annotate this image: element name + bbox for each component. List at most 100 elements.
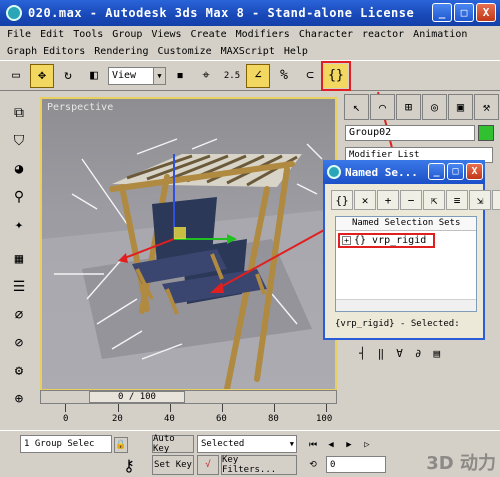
dialog-close-button[interactable]: X — [466, 163, 483, 180]
menu-rendering[interactable]: Rendering — [94, 46, 148, 57]
create-set-icon[interactable]: {} — [331, 190, 353, 210]
track-tick-0: 0 — [63, 414, 69, 424]
app-logo-icon — [6, 5, 22, 21]
menu-edit[interactable]: Edit — [40, 29, 64, 40]
menu-create[interactable]: Create — [191, 29, 227, 40]
create-tab-icon[interactable]: ↖ — [344, 94, 369, 120]
perspective-viewport[interactable]: Perspective — [40, 97, 337, 391]
motion-tab-icon[interactable]: ◎ — [422, 94, 447, 120]
key-filters-button[interactable]: Key Filters... — [221, 455, 297, 475]
maximize-button[interactable]: □ — [454, 3, 474, 22]
make-unique-icon[interactable]: ∀ — [396, 347, 403, 367]
boxes-icon[interactable]: ⧉ — [8, 102, 30, 124]
select-scale-icon[interactable]: ◧ — [82, 64, 106, 88]
menu-maxscript[interactable]: MAXScript — [221, 46, 275, 57]
prev-frame-icon[interactable]: ◀ — [323, 437, 339, 453]
snap-value: 2.5 — [223, 70, 241, 81]
remove-modifier-icon[interactable]: ∂ — [415, 347, 422, 367]
show-end-result-icon[interactable]: ‖ — [378, 347, 385, 367]
menu-views[interactable]: Views — [151, 29, 181, 40]
horizontal-scrollbar[interactable] — [336, 299, 476, 311]
track-tick-40: 40 — [164, 414, 175, 424]
dropdown-arrow-icon: ▼ — [153, 67, 165, 84]
checker-icon[interactable]: ▦ — [8, 248, 30, 270]
track-bar[interactable]: 0 20 40 60 80 100 — [40, 404, 340, 430]
delete-icon[interactable]: ✕ — [354, 190, 376, 210]
select-rotate-icon[interactable]: ↻ — [56, 64, 80, 88]
cylinder-icon[interactable]: ⌀ — [8, 304, 30, 326]
tube-icon[interactable]: ⊘ — [8, 332, 30, 354]
select-move-icon[interactable]: ✥ — [30, 63, 54, 88]
selection-count: 1 Group Selec — [20, 435, 112, 453]
sphere-icon[interactable]: ◕ — [8, 158, 30, 180]
menu-bar: File Edit Tools Group Views Create Modif… — [0, 26, 500, 60]
bones-icon[interactable]: ✦ — [8, 214, 30, 236]
dialog-maximize-button[interactable]: □ — [447, 163, 464, 180]
reference-coordinate-select[interactable]: View ▼ — [108, 66, 166, 85]
angle-snap-icon[interactable]: ∠ — [246, 63, 270, 88]
key-mode-toggle-icon[interactable]: ⟲ — [305, 457, 321, 473]
play-icon[interactable]: ▶ — [341, 437, 357, 453]
track-tick-60: 60 — [216, 414, 227, 424]
selection-sets-list[interactable]: Named Selection Sets + {} vrp_rigid — [335, 216, 477, 312]
subtract-objects-icon[interactable]: − — [400, 190, 422, 210]
menu-group[interactable]: Group — [112, 29, 142, 40]
disks-icon[interactable]: ☰ — [8, 276, 30, 298]
select-by-name-icon[interactable]: ≡ — [446, 190, 468, 210]
modify-tab-icon[interactable]: ⌒ — [370, 94, 395, 120]
go-to-start-icon[interactable]: ⏮ — [305, 437, 321, 453]
select-region-icon[interactable]: ▭ — [4, 64, 28, 88]
dialog-status-text: {vrp_rigid} - Selected: — [335, 319, 460, 329]
pivot-icon[interactable]: ▪ — [168, 64, 192, 88]
hierarchy-tab-icon[interactable]: ⊞ — [396, 94, 421, 120]
time-slider-thumb[interactable]: 0 / 100 — [89, 391, 185, 403]
menu-reactor[interactable]: reactor — [362, 29, 404, 40]
lock-icon[interactable]: 🔒 — [114, 437, 128, 453]
menu-modifiers[interactable]: Modifiers — [236, 29, 290, 40]
display-tab-icon[interactable]: ▣ — [448, 94, 473, 120]
select-objects-icon[interactable]: ⇱ — [423, 190, 445, 210]
time-slider[interactable]: 0 / 100 — [40, 390, 337, 404]
spinner-snap-icon[interactable]: ⊂ — [298, 64, 322, 88]
help-icon[interactable]: ? — [492, 190, 500, 210]
swing-scene — [42, 138, 335, 389]
pin-stack-icon[interactable]: ┤ — [359, 347, 366, 367]
object-name-field[interactable]: Group02 — [345, 125, 475, 141]
shirt-icon[interactable]: ⛉ — [8, 130, 30, 152]
menu-help[interactable]: Help — [284, 46, 308, 57]
key-mode-select[interactable]: Selected ▼ — [197, 435, 297, 453]
menu-customize[interactable]: Customize — [157, 46, 211, 57]
snap-toggle-button[interactable]: 2.5 — [220, 64, 244, 88]
auto-key-button[interactable]: Auto Key — [152, 434, 194, 454]
key-tangent-icon[interactable]: √ — [197, 455, 219, 475]
key-icon[interactable]: ⚷ — [112, 455, 146, 475]
lamp-icon[interactable]: ⚲ — [8, 186, 30, 208]
window-title: 020.max - Autodesk 3ds Max 8 - Stand-alo… — [28, 6, 415, 20]
menu-animation[interactable]: Animation — [413, 29, 467, 40]
menu-graph-editors[interactable]: Graph Editors — [7, 46, 85, 57]
dialog-minimize-button[interactable]: _ — [428, 163, 445, 180]
highlight-selected-icon[interactable]: ⇲ — [469, 190, 491, 210]
add-objects-icon[interactable]: + — [377, 190, 399, 210]
percent-snap-icon[interactable]: % — [272, 64, 296, 88]
object-color-swatch[interactable] — [478, 125, 494, 141]
manipulate-icon[interactable]: ⌖ — [194, 64, 218, 88]
status-bar: 1 Group Selec 🔒 ⚷ Auto Key Set Key Selec… — [0, 430, 500, 477]
list-item[interactable]: + {} vrp_rigid — [338, 233, 435, 248]
utilities-tab-icon[interactable]: ⚒ — [474, 94, 499, 120]
set-key-button[interactable]: Set Key — [152, 455, 194, 475]
modifier-stack-tools: ┤ ‖ ∀ ∂ ▤ — [345, 347, 495, 367]
minimize-button[interactable]: _ — [432, 3, 452, 22]
configure-sets-icon[interactable]: ▤ — [434, 347, 441, 367]
dialog-title-bar[interactable]: Named Se... _ □ X — [323, 160, 485, 184]
gear-icon[interactable]: ⚙ — [8, 360, 30, 382]
menu-file[interactable]: File — [7, 29, 31, 40]
next-frame-icon[interactable]: ▷ — [359, 437, 375, 453]
close-button[interactable]: X — [476, 3, 496, 22]
menu-tools[interactable]: Tools — [73, 29, 103, 40]
expand-icon[interactable]: + — [342, 236, 351, 245]
globe-icon[interactable]: ⊕ — [8, 388, 30, 410]
named-selection-sets-icon[interactable]: {} — [321, 60, 351, 91]
current-frame-field[interactable]: 0 — [326, 456, 386, 473]
menu-character[interactable]: Character — [299, 29, 353, 40]
